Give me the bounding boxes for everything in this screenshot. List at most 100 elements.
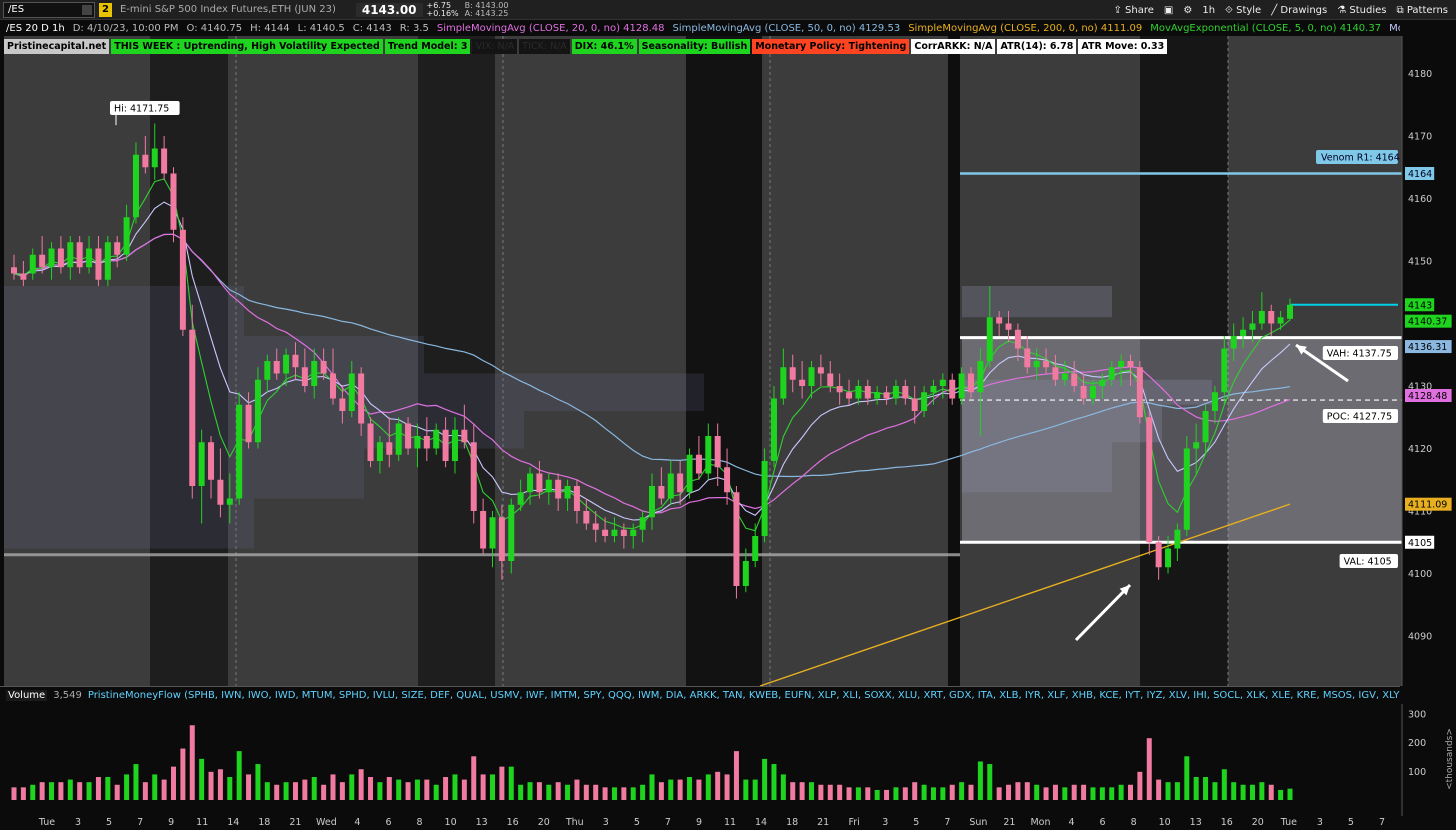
label-chip: CorrARKK: N/A xyxy=(911,39,996,54)
volume-profile-block xyxy=(962,286,1112,318)
candle-body xyxy=(911,398,918,411)
volume-bar xyxy=(874,789,880,800)
volume-bar xyxy=(1259,782,1265,800)
candle-body xyxy=(1155,542,1162,568)
volume-bar xyxy=(368,777,374,800)
volume-bar xyxy=(414,779,420,800)
symbol-input[interactable]: /ES xyxy=(3,1,95,18)
candle-body xyxy=(301,367,308,386)
volume-bar xyxy=(377,782,383,800)
volume-bar xyxy=(11,787,17,800)
label-chip: Monetary Policy: Tightening xyxy=(752,39,910,54)
sma20-legend[interactable]: SimpleMovingAvg (CLOSE, 20, 0, no) 4128.… xyxy=(437,23,665,34)
money-flow-legend[interactable]: PristineMoneyFlow (SPHB, IWN, IWO, IWD, … xyxy=(88,690,1400,701)
candle-body xyxy=(470,442,477,511)
volume-bar xyxy=(884,789,890,800)
candle-body xyxy=(226,498,233,505)
price-badge: 4105 xyxy=(1408,538,1432,549)
studies-button[interactable]: ⚗ Studies xyxy=(1337,5,1386,16)
volume-bar xyxy=(349,774,355,800)
toolbar-buttons: ⇪ Share ▣ ⚙ 1h ⟐ Style ╱ Drawings ⚗ Stud… xyxy=(1113,0,1456,19)
candle-body xyxy=(367,423,374,461)
volume-chart[interactable]: 100 200 300 <thousands> xyxy=(0,704,1456,816)
sma50-legend[interactable]: SimpleMovingAvg (CLOSE, 50, 0, no) 4129.… xyxy=(673,23,901,34)
volume-bar xyxy=(1071,784,1077,800)
volume-bar xyxy=(124,774,130,800)
volume-bar xyxy=(1137,771,1143,800)
candle-body xyxy=(1277,317,1284,324)
volume-label: Volume xyxy=(6,690,48,701)
candle-body xyxy=(1071,373,1078,386)
volume-bar xyxy=(940,787,946,800)
snapshot-icon[interactable]: ▣ xyxy=(1164,5,1173,16)
style-button[interactable]: ⟐ Style xyxy=(1225,5,1261,16)
candle-body xyxy=(780,367,787,399)
candle-body xyxy=(461,429,468,443)
candle-body xyxy=(808,367,815,386)
link-badge[interactable]: 2 xyxy=(99,2,112,17)
ema5-legend[interactable]: MovAvgExponential (CLOSE, 5, 0, no) 4140… xyxy=(1150,23,1381,34)
candle-body xyxy=(451,429,458,461)
time-tick-label: 3 xyxy=(75,817,82,828)
settings-icon[interactable]: ⚙ xyxy=(1183,5,1192,16)
volume-bar xyxy=(846,787,852,800)
drawings-button[interactable]: ╱ Drawings xyxy=(1271,5,1327,16)
session-band xyxy=(948,36,960,686)
top-toolbar: /ES 2 E-mini S&P 500 Index Futures,ETH (… xyxy=(0,0,1456,20)
volume-bar xyxy=(246,774,252,800)
time-tick-label: Sun xyxy=(969,817,988,828)
candle-body xyxy=(667,473,674,499)
patterns-button[interactable]: ⧉ Patterns xyxy=(1396,5,1448,16)
candle-body xyxy=(264,361,271,380)
candle-body xyxy=(123,217,130,255)
price-chart[interactable]: Hi: 4171.75 VAH: 4137.75 POC: 4127.75 VAL: … xyxy=(0,36,1456,686)
candle-body xyxy=(189,329,196,486)
volume-bar xyxy=(1006,784,1012,800)
candle-body xyxy=(1061,373,1068,380)
candle-body xyxy=(1202,411,1209,443)
candle-body xyxy=(761,461,768,536)
candle-body xyxy=(1024,348,1031,368)
candle-body xyxy=(498,517,505,561)
time-tick-label: 21 xyxy=(817,817,830,828)
volume-bar xyxy=(1043,787,1049,800)
candle-body xyxy=(892,386,899,399)
candle-body xyxy=(29,254,36,274)
poc-annotation: POC: 4127.75 xyxy=(1322,409,1398,423)
candle-body xyxy=(208,442,215,480)
time-tick-label: Fri xyxy=(848,817,860,828)
label-chip: TICK: N/A xyxy=(519,39,570,54)
volume-bar xyxy=(114,784,120,800)
timeframe-button[interactable]: 1h xyxy=(1202,5,1215,16)
sma200-legend[interactable]: SimpleMovingAvg (CLOSE, 200, 0, no) 4111… xyxy=(908,23,1142,34)
time-tick-label: 5 xyxy=(913,817,920,828)
price-tick-label: 4150 xyxy=(1408,257,1432,268)
vah-annotation-text: VAH: 4137.75 xyxy=(1327,349,1392,360)
volume-bar xyxy=(1193,777,1199,800)
candle-body xyxy=(658,486,665,499)
volume-bar xyxy=(837,784,843,800)
volume-bar xyxy=(152,774,158,800)
time-tick-label: 13 xyxy=(475,817,488,828)
instrument-description: E-mini S&P 500 Index Futures,ETH (JUN 23… xyxy=(119,4,336,15)
candle-body xyxy=(217,479,224,505)
share-button[interactable]: ⇪ Share xyxy=(1113,5,1153,16)
volume-bar xyxy=(499,766,505,800)
candle-body xyxy=(1146,417,1153,543)
val-annotation: VAL: 4105 xyxy=(1339,554,1398,568)
candle-body xyxy=(339,398,346,411)
price-badge: 4111.09 xyxy=(1408,500,1447,511)
volume-bar xyxy=(743,779,749,800)
ema10-legend[interactable]: MovAvgExponential (CLOSE, 10,... xyxy=(1389,23,1400,34)
candle-body xyxy=(1033,361,1040,368)
candle-body xyxy=(245,404,252,443)
time-tick-label: 4 xyxy=(354,817,361,828)
hi-annotation: Hi: 4171.75 xyxy=(110,101,180,115)
candle-body xyxy=(86,248,93,268)
candle-body xyxy=(958,373,965,399)
candle-body xyxy=(695,454,702,474)
volume-bar xyxy=(321,784,327,800)
ohlc-low: L: 4140.5 xyxy=(297,22,345,34)
candle-body xyxy=(799,379,806,386)
symbol-dropdown-icon[interactable] xyxy=(82,4,92,15)
